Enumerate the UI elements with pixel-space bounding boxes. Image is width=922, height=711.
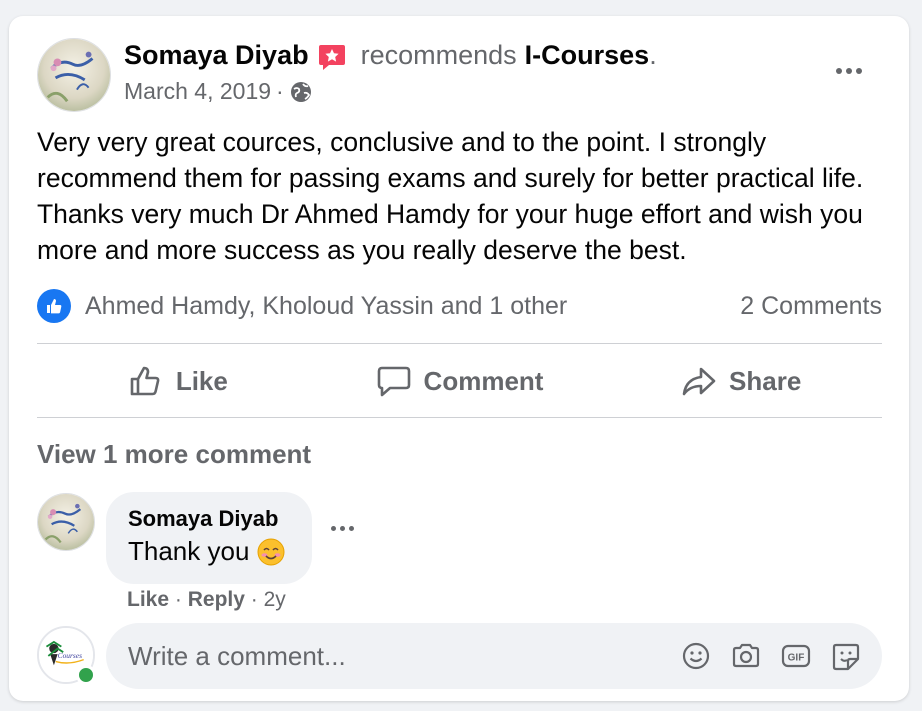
comment-actions-separator: · xyxy=(174,588,182,611)
thumbs-up-icon xyxy=(130,366,160,396)
camera-icon[interactable] xyxy=(730,640,762,672)
comment-text-row: Thank you xyxy=(128,536,290,567)
author-avatar-image xyxy=(38,39,110,111)
comment-text: Thank you xyxy=(128,536,250,566)
like-reaction-icon[interactable] xyxy=(37,289,71,323)
comment-options-button[interactable] xyxy=(331,526,354,531)
gif-icon[interactable]: GIF xyxy=(780,640,812,672)
author-name[interactable]: Somaya Diyab xyxy=(124,40,309,71)
comment-reply-link[interactable]: Reply xyxy=(188,588,245,611)
comment-author[interactable]: Somaya Diyab xyxy=(128,506,290,532)
comment-button-label: Comment xyxy=(423,365,544,396)
more-dot-icon xyxy=(331,526,336,531)
comment-time[interactable]: 2y xyxy=(264,588,286,611)
post-card: Somaya Diyab recommends I-Courses. March… xyxy=(9,16,909,701)
emoji-icon[interactable] xyxy=(680,640,712,672)
more-dot-icon xyxy=(836,68,842,74)
like-button[interactable]: Like xyxy=(37,346,319,416)
page-link-suffix: . xyxy=(649,40,657,70)
svg-text:GIF: GIF xyxy=(788,653,805,664)
divider xyxy=(37,343,882,344)
date-separator: · xyxy=(276,78,284,104)
commenter-avatar-image xyxy=(38,494,94,550)
more-dot-icon xyxy=(856,68,862,74)
smiling-face-emoji xyxy=(257,538,285,565)
divider xyxy=(37,417,882,418)
current-user-avatar[interactable]: Courses xyxy=(37,626,96,685)
composer-icons: GIF xyxy=(680,640,862,672)
post-timestamp-row: March 4, 2019 · xyxy=(124,78,312,105)
share-arrow-icon xyxy=(682,367,716,396)
post-header: Somaya Diyab recommends I-Courses. xyxy=(124,40,657,71)
share-button-label: Share xyxy=(729,365,802,396)
globe-icon xyxy=(290,81,311,102)
recommends-label: recommends xyxy=(360,40,517,70)
comment-actions: Like · Reply · 2y xyxy=(127,588,286,612)
reactors-list[interactable]: Ahmed Hamdy, Kholoud Yassin and 1 other xyxy=(85,292,740,321)
comment-input[interactable] xyxy=(126,639,680,673)
comment-actions-separator: · xyxy=(250,588,258,611)
more-dot-icon xyxy=(846,68,852,74)
view-more-comments-link[interactable]: View 1 more comment xyxy=(37,439,311,470)
share-button[interactable]: Share xyxy=(600,346,882,416)
post-options-button[interactable] xyxy=(827,56,871,86)
author-avatar[interactable] xyxy=(37,38,111,112)
svg-text:Courses: Courses xyxy=(58,651,82,660)
page-link[interactable]: I-Courses xyxy=(525,40,650,71)
recommend-badge-icon xyxy=(318,44,345,70)
comment-bubble: Somaya Diyab Thank you xyxy=(106,492,312,584)
comment-composer[interactable]: GIF xyxy=(106,623,882,689)
comment-button[interactable]: Comment xyxy=(319,346,601,416)
sticker-icon[interactable] xyxy=(830,640,862,672)
comment-bubble-icon xyxy=(377,366,410,397)
reactions-bar: Ahmed Hamdy, Kholoud Yassin and 1 other … xyxy=(37,288,882,324)
post-body: Very very great cources, conclusive and … xyxy=(37,127,864,265)
like-button-label: Like xyxy=(175,365,228,396)
commenter-avatar[interactable] xyxy=(37,493,95,551)
comments-count[interactable]: 2 Comments xyxy=(740,292,882,321)
post-actions: Like Comment Share xyxy=(37,346,882,416)
more-dot-icon xyxy=(340,526,345,531)
comment-like-link[interactable]: Like xyxy=(127,588,169,611)
more-dot-icon xyxy=(349,526,354,531)
online-status-indicator xyxy=(76,665,96,685)
post-date[interactable]: March 4, 2019 xyxy=(124,78,271,105)
